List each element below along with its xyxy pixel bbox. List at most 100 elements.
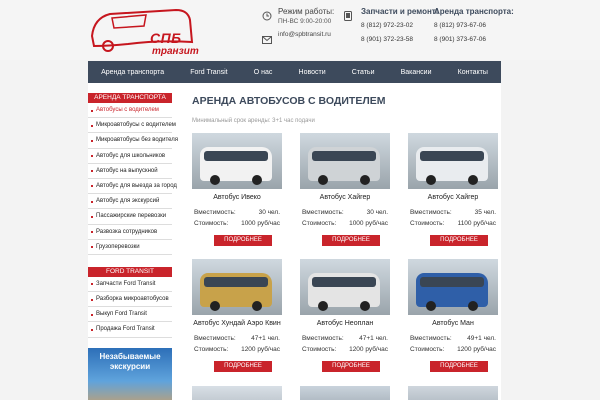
- nav-item-about[interactable]: О нас: [254, 69, 273, 76]
- sidebar-item[interactable]: Запчасти Ford Transit: [88, 277, 172, 293]
- cost-row: Стоимость: 1100 руб/час: [410, 220, 496, 227]
- bus-photo[interactable]: [408, 133, 498, 189]
- cost-value: 1000 руб/час: [241, 220, 280, 227]
- details-button[interactable]: ПОДРОБНЕЕ: [214, 235, 272, 246]
- excursion-promo-banner[interactable]: Незабываемые экскурсии: [88, 347, 172, 400]
- bus-name[interactable]: Автобус Ман: [408, 320, 498, 327]
- cost-row: Стоимость: 1200 руб/час: [410, 346, 496, 353]
- bus-card-partial[interactable]: [408, 386, 498, 400]
- nav-item-vacancies[interactable]: Вакансии: [401, 69, 432, 76]
- rent-phone-1[interactable]: 8 (812) 973-67-06: [434, 22, 486, 29]
- bus-name[interactable]: Автобус Хайгер: [300, 194, 390, 201]
- cost-value: 1200 руб/час: [241, 346, 280, 353]
- sidebar-item[interactable]: Микроавтобусы без водителя: [88, 133, 178, 149]
- cost-label: Стоимость:: [194, 346, 229, 353]
- sidebar-heading-ford: Ford Transit: [88, 266, 172, 277]
- page: СПБ транзит Режим работы: ПН-ВС 9:00-20:…: [0, 0, 600, 400]
- capacity-row: Вместимость: 47+1 чел.: [302, 335, 388, 342]
- capacity-label: Вместимость:: [302, 335, 344, 342]
- rent-title: Аренда транспорта:: [434, 7, 514, 16]
- cost-label: Стоимость:: [410, 220, 445, 227]
- bus-icon: [308, 273, 380, 311]
- details-button[interactable]: ПОДРОБНЕЕ: [322, 361, 380, 372]
- sidebar-item[interactable]: Автобус для выезда за город: [88, 179, 177, 195]
- nav-item-news[interactable]: Новости: [299, 69, 326, 76]
- capacity-value: 49+1 чел.: [467, 335, 496, 342]
- hours-title: Режим работы:: [278, 7, 335, 16]
- email-link[interactable]: info@spbtransit.ru: [278, 31, 331, 38]
- cost-value: 1200 руб/час: [457, 346, 496, 353]
- content: Аренда транспорта Автобусы с водителем М…: [88, 83, 501, 400]
- details-button[interactable]: ПОДРОБНЕЕ: [322, 235, 380, 246]
- capacity-row: Вместимость: 30 чел.: [302, 209, 388, 216]
- bus-name[interactable]: Автобус Хайгер: [408, 194, 498, 201]
- bus-card-partial[interactable]: [192, 386, 282, 400]
- capacity-label: Вместимость:: [410, 335, 452, 342]
- nav-item-articles[interactable]: Статьи: [352, 69, 375, 76]
- sidebar-item[interactable]: Автобус для школьников: [88, 149, 172, 164]
- cost-row: Стоимость: 1200 руб/час: [194, 346, 280, 353]
- bus-photo[interactable]: [408, 259, 498, 315]
- capacity-row: Вместимость: 30 чел.: [194, 209, 280, 216]
- bus-photo[interactable]: [300, 133, 390, 189]
- sidebar-item[interactable]: Грузоперевозки: [88, 240, 172, 255]
- main-nav: Аренда транспорта Ford Transit О нас Нов…: [88, 61, 501, 83]
- capacity-label: Вместимость:: [302, 209, 344, 216]
- details-button[interactable]: ПОДРОБНЕЕ: [430, 235, 488, 246]
- sidebar-item[interactable]: Выкуп Ford Transit: [88, 307, 172, 323]
- capacity-value: 47+1 чел.: [251, 335, 280, 342]
- cost-label: Стоимость:: [302, 346, 337, 353]
- bus-name[interactable]: Автобус Хундай Аэро Квин: [192, 320, 282, 327]
- capacity-row: Вместимость: 35 чел.: [410, 209, 496, 216]
- capacity-label: Вместимость:: [194, 209, 236, 216]
- capacity-value: 35 чел.: [474, 209, 496, 216]
- bus-photo[interactable]: [192, 133, 282, 189]
- nav-item-rent[interactable]: Аренда транспорта: [101, 69, 164, 76]
- details-button[interactable]: ПОДРОБНЕЕ: [214, 361, 272, 372]
- sidebar-item[interactable]: Пассажирские перевозки: [88, 209, 172, 225]
- bus-card[interactable]: Автобус Хайгер Вместимость: 35 чел. Стоимос…: [408, 133, 498, 248]
- capacity-row: Вместимость: 47+1 чел.: [194, 335, 280, 342]
- nav-item-ford-transit[interactable]: Ford Transit: [190, 69, 227, 76]
- cost-value: 1200 руб/час: [349, 346, 388, 353]
- bus-photo[interactable]: [192, 259, 282, 315]
- bus-photo[interactable]: [300, 259, 390, 315]
- rent-phone-2[interactable]: 8 (901) 373-67-06: [434, 36, 486, 43]
- bus-card[interactable]: Автобус Хундай Аэро Квин Вместимость: 47+1…: [192, 259, 282, 374]
- nav-item-contacts[interactable]: Контакты: [458, 69, 488, 76]
- phone-icon: [344, 8, 354, 21]
- bus-icon: [308, 147, 380, 185]
- bus-name[interactable]: Автобус Ивеко: [192, 194, 282, 201]
- bus-icon: [416, 273, 488, 311]
- header: СПБ транзит Режим работы: ПН-ВС 9:00-20:…: [0, 0, 600, 60]
- capacity-label: Вместимость:: [410, 209, 452, 216]
- cost-row: Стоимость: 1200 руб/час: [302, 346, 388, 353]
- sidebar-item[interactable]: Микроавтобусы с водителем: [88, 118, 176, 134]
- bus-name[interactable]: Автобус Неоплан: [300, 320, 390, 327]
- clock-icon: [262, 8, 272, 21]
- logo[interactable]: СПБ транзит: [88, 6, 199, 57]
- bus-card[interactable]: Автобус Ман Вместимость: 49+1 чел. Стоимост…: [408, 259, 498, 374]
- bus-card-partial[interactable]: [300, 386, 390, 400]
- capacity-value: 30 чел.: [258, 209, 280, 216]
- bus-card[interactable]: Автобус Хайгер Вместимость: 30 чел. Стоимос…: [300, 133, 390, 248]
- sidebar-item[interactable]: Развозка сотрудников: [88, 225, 172, 240]
- capacity-value: 30 чел.: [366, 209, 388, 216]
- sidebar-item[interactable]: Автобус для экскурсий: [88, 194, 172, 210]
- cost-value: 1000 руб/час: [349, 220, 388, 227]
- cost-label: Стоимость:: [302, 220, 337, 227]
- sidebar-item[interactable]: Продажа Ford Transit: [88, 322, 172, 338]
- cost-row: Стоимость: 1000 руб/час: [302, 220, 388, 227]
- bus-icon: [200, 147, 272, 185]
- details-button[interactable]: ПОДРОБНЕЕ: [430, 361, 488, 372]
- bus-card[interactable]: Автобус Неоплан Вместимость: 47+1 чел. Стои…: [300, 259, 390, 374]
- parts-phone-2[interactable]: 8 (901) 372-23-58: [361, 36, 413, 43]
- sidebar-item[interactable]: Разборка микроавтобусов: [88, 292, 172, 308]
- sidebar-item[interactable]: Автобусы с водителем: [88, 103, 172, 119]
- cost-row: Стоимость: 1000 руб/час: [194, 220, 280, 227]
- logo-subtext: транзит: [152, 46, 199, 57]
- sidebar-item[interactable]: Автобус на выпускной: [88, 164, 172, 179]
- capacity-label: Вместимость:: [194, 335, 236, 342]
- bus-card[interactable]: Автобус Ивеко Вместимость: 30 чел. Стоимост…: [192, 133, 282, 248]
- parts-phone-1[interactable]: 8 (812) 972-23-02: [361, 22, 413, 29]
